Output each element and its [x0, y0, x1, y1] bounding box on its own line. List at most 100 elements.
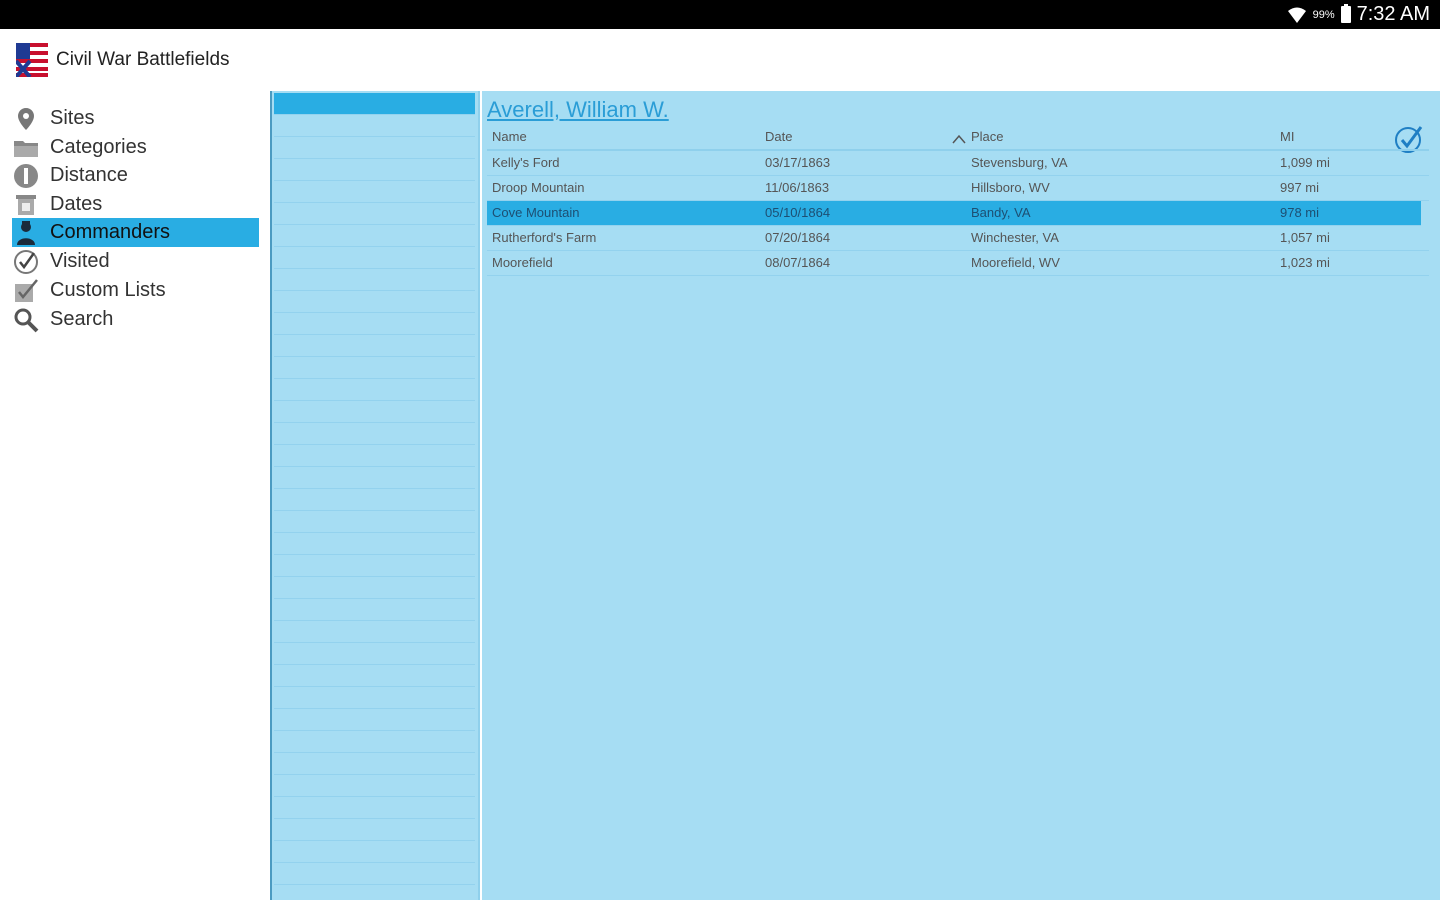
wifi-icon — [1287, 6, 1307, 24]
folder-icon — [12, 135, 40, 161]
cell-place: Winchester, VA — [971, 230, 1059, 245]
sidebar-item-label: Categories — [50, 136, 147, 158]
column-header-mi[interactable]: MI — [1280, 129, 1294, 144]
battles-table: Name Date Place MI Kelly's Ford 03/17/18… — [487, 125, 1429, 276]
flag-icon — [14, 43, 48, 79]
clock: 7:32 AM — [1356, 3, 1430, 25]
list-item[interactable] — [274, 511, 475, 533]
cell-mi: 1,023 mi — [1280, 255, 1330, 270]
list-item[interactable] — [274, 577, 475, 599]
sidebar-item-label: Search — [50, 308, 114, 330]
list-item[interactable] — [274, 797, 475, 819]
cell-place: Stevensburg, VA — [971, 155, 1068, 170]
cell-mi: 997 mi — [1280, 180, 1320, 195]
list-item[interactable] — [274, 181, 475, 203]
list-item[interactable] — [274, 203, 475, 225]
column-header-place[interactable]: Place — [971, 129, 1004, 144]
list-item[interactable] — [274, 819, 475, 841]
list-item[interactable] — [274, 335, 475, 357]
list-item[interactable] — [274, 621, 475, 643]
cell-mi: 978 mi — [1280, 205, 1320, 220]
table-row[interactable]: Droop Mountain 11/06/1863 Hillsboro, WV … — [487, 176, 1429, 201]
status-bar: 99% 7:32 AM — [0, 0, 1440, 29]
cell-place: Bandy, VA — [971, 205, 1031, 220]
sidebar-item-distance[interactable]: Distance — [12, 161, 259, 190]
list-item[interactable] — [274, 423, 475, 445]
calendar-icon — [12, 192, 40, 218]
commander-icon — [12, 220, 40, 246]
cell-name: Rutherford's Farm — [492, 230, 597, 245]
cell-place: Hillsboro, WV — [971, 180, 1050, 195]
commander-list — [270, 91, 480, 900]
table-row[interactable]: Moorefield 08/07/1864 Moorefield, WV 1,0… — [487, 251, 1429, 276]
list-item[interactable] — [274, 313, 475, 335]
cell-name: Droop Mountain — [492, 180, 585, 195]
cell-mi: 1,099 mi — [1280, 155, 1330, 170]
commander-name-link[interactable]: Averell, William W. — [487, 97, 669, 123]
column-header-name[interactable]: Name — [492, 129, 527, 144]
list-item[interactable] — [274, 753, 475, 775]
cell-name: Moorefield — [492, 255, 553, 270]
map-pin-icon — [12, 106, 40, 132]
cell-date: 07/20/1864 — [765, 230, 831, 245]
list-item[interactable] — [274, 159, 475, 181]
table-row-selected[interactable]: Cove Mountain 05/10/1864 Bandy, VA 978 m… — [487, 201, 1421, 226]
cell-date: 08/07/1864 — [765, 255, 831, 270]
table-row[interactable]: Kelly's Ford 03/17/1863 Stevensburg, VA … — [487, 151, 1429, 176]
sidebar: Sites Categories Distance Dates Commande… — [0, 91, 270, 900]
sidebar-item-label: Distance — [50, 164, 128, 186]
sidebar-item-label: Sites — [50, 107, 95, 129]
column-header-date[interactable]: Date — [765, 129, 792, 144]
sidebar-item-dates[interactable]: Dates — [12, 190, 259, 219]
cell-date: 03/17/1863 — [765, 155, 831, 170]
sidebar-item-custom-lists[interactable]: Custom Lists — [12, 276, 259, 305]
list-item[interactable] — [274, 489, 475, 511]
list-item[interactable] — [274, 555, 475, 577]
battery-percent: 99% — [1312, 8, 1335, 21]
list-item[interactable] — [274, 687, 475, 709]
list-item[interactable] — [274, 643, 475, 665]
detail-pane: Averell, William W. Name Date Place MI K… — [482, 91, 1440, 900]
cell-date: 05/10/1864 — [765, 205, 831, 220]
sidebar-item-categories[interactable]: Categories — [12, 133, 259, 162]
list-item[interactable] — [274, 775, 475, 797]
list-item[interactable] — [274, 863, 475, 885]
sort-ascending-icon[interactable] — [952, 131, 966, 144]
list-item[interactable] — [274, 467, 475, 489]
cell-name: Kelly's Ford — [492, 155, 560, 170]
list-item[interactable] — [274, 379, 475, 401]
list-item[interactable] — [274, 115, 475, 137]
list-item[interactable] — [274, 731, 475, 753]
cell-date: 11/06/1863 — [765, 180, 830, 195]
list-item[interactable] — [274, 137, 475, 159]
list-item[interactable] — [274, 401, 475, 423]
cell-mi: 1,057 mi — [1280, 230, 1330, 245]
app-header: Civil War Battlefields — [0, 29, 1440, 91]
list-item[interactable] — [274, 533, 475, 555]
list-item[interactable] — [274, 599, 475, 621]
table-row[interactable]: Rutherford's Farm 07/20/1864 Winchester,… — [487, 226, 1429, 251]
list-item[interactable] — [274, 291, 475, 313]
sidebar-item-label: Visited — [50, 250, 110, 272]
list-item[interactable] — [274, 225, 475, 247]
list-item[interactable] — [274, 709, 475, 731]
list-item[interactable] — [274, 357, 475, 379]
list-item[interactable] — [274, 247, 475, 269]
battery-icon — [1340, 4, 1351, 23]
list-item[interactable] — [274, 269, 475, 291]
search-icon — [12, 307, 40, 333]
distance-icon — [12, 163, 40, 189]
list-item[interactable] — [274, 93, 475, 115]
list-item[interactable] — [274, 841, 475, 863]
app-title: Civil War Battlefields — [56, 49, 230, 70]
sidebar-item-label: Dates — [50, 193, 103, 215]
sidebar-item-visited[interactable]: Visited — [12, 247, 259, 276]
sidebar-item-label: Commanders — [50, 221, 171, 243]
custom-list-icon — [12, 278, 40, 304]
list-item[interactable] — [274, 665, 475, 687]
sidebar-item-commanders[interactable]: Commanders — [12, 218, 259, 247]
sidebar-item-sites[interactable]: Sites — [12, 104, 259, 133]
sidebar-item-search[interactable]: Search — [12, 305, 259, 334]
sidebar-item-label: Custom Lists — [50, 279, 166, 301]
list-item[interactable] — [274, 445, 475, 467]
